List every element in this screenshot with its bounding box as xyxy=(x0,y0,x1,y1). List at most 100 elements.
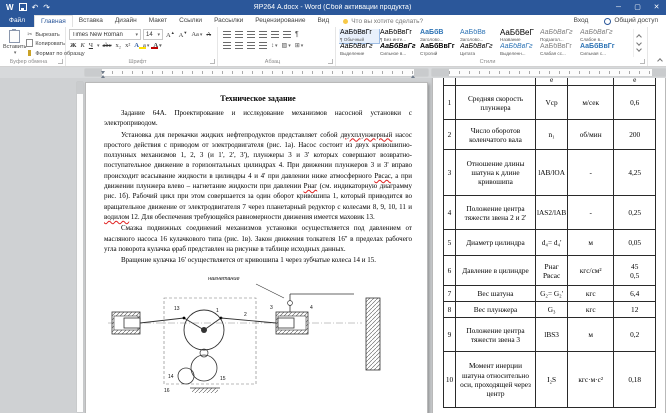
align-center-button[interactable] xyxy=(235,42,243,49)
style-item-4[interactable]: АаБбВеГНазвание xyxy=(499,29,539,43)
style-item-2[interactable]: АаБбВЗаголово... xyxy=(419,29,459,43)
bullets-button[interactable] xyxy=(223,31,231,38)
table-cell[interactable]: м xyxy=(568,318,614,352)
maximize-button[interactable]: ▢ xyxy=(628,0,647,15)
table-cell[interactable]: Средняя скорость плунжера xyxy=(456,86,536,120)
table-cell[interactable] xyxy=(444,78,456,86)
style-item-10[interactable]: АаБбВвГгЦитата xyxy=(459,43,499,57)
highlight-button[interactable]: а▾ xyxy=(142,42,150,49)
borders-button[interactable]: ⊞▾ xyxy=(295,42,304,49)
tab-file[interactable]: Файл xyxy=(0,15,34,27)
table-cell[interactable]: 4 xyxy=(444,196,456,230)
redo-button[interactable]: ↷ xyxy=(43,0,50,15)
style-item-1[interactable]: АаБбВвГг¶ Без инте... xyxy=(379,29,419,43)
table-cell[interactable]: 0,05 xyxy=(614,230,656,256)
superscript-button[interactable]: x² xyxy=(124,42,131,49)
tab-1[interactable]: Главная xyxy=(34,15,73,27)
horizontal-ruler-page1[interactable] xyxy=(85,69,428,76)
style-item-3[interactable]: АаБбВвЗаголово... xyxy=(459,29,499,43)
table-cell[interactable]: кгс·м·с² xyxy=(568,352,614,408)
document-heading[interactable]: Техническое задание xyxy=(104,94,412,103)
table-cell[interactable]: n₁ xyxy=(536,120,568,150)
table-cell[interactable]: lAB/lOA xyxy=(536,150,568,196)
table-cell[interactable] xyxy=(456,78,536,86)
table-cell[interactable]: кгс xyxy=(568,302,614,318)
numbering-button[interactable] xyxy=(235,31,243,38)
collapse-ribbon-button[interactable] xyxy=(657,58,663,64)
undo-button[interactable]: ↶ xyxy=(32,0,39,15)
show-marks-button[interactable]: ¶ xyxy=(295,31,299,38)
style-item-5[interactable]: АаБбВвГгПодзагол... xyxy=(539,29,579,43)
table-cell[interactable]: Момент инерции шатуна относительно оси, … xyxy=(456,352,536,408)
decrease-indent-button[interactable] xyxy=(259,31,267,38)
clear-formatting-button[interactable]: А xyxy=(205,31,212,38)
change-case-button[interactable]: Аа▾ xyxy=(190,31,203,38)
gallery-scroll-up-icon[interactable] xyxy=(636,34,642,40)
page-1[interactable]: Техническое задание Задание 64А. Проекти… xyxy=(85,82,428,413)
tab-5[interactable]: Ссылки xyxy=(173,15,208,27)
table-cell[interactable]: 0,25 xyxy=(614,196,656,230)
paragraph-1[interactable]: Задание 64А. Проектирование и исследован… xyxy=(104,108,412,129)
table-cell[interactable]: Положение центра тяжести звена 2 и 2' xyxy=(456,196,536,230)
save-button[interactable] xyxy=(19,0,27,15)
justify-button[interactable] xyxy=(259,42,267,49)
table-cell[interactable]: 45 0,5 xyxy=(614,256,656,286)
table-cell[interactable]: кгс/см² xyxy=(568,256,614,286)
styles-dialog-launcher[interactable] xyxy=(640,59,645,64)
paragraph-4[interactable]: Вращение кулачка 16' осуществляется от к… xyxy=(104,255,412,265)
multilevel-list-button[interactable] xyxy=(247,31,255,38)
table-cell[interactable]: Вес шатуна xyxy=(456,286,536,302)
shading-button[interactable]: ▨▾ xyxy=(282,42,291,49)
table-cell[interactable]: е xyxy=(536,78,568,86)
first-line-indent-marker[interactable] xyxy=(101,71,105,74)
tell-me-box[interactable]: Что вы хотите сделать? xyxy=(335,15,431,27)
paste-button[interactable]: Вставить ▾ xyxy=(3,29,26,57)
clipboard-dialog-launcher[interactable] xyxy=(58,59,63,64)
tab-6[interactable]: Рассылки xyxy=(208,15,249,27)
table-cell[interactable]: 4,25 xyxy=(614,150,656,196)
underline-button[interactable]: Ч xyxy=(88,42,94,49)
style-item-9[interactable]: АаБбВвГгСтрогий xyxy=(419,43,459,57)
tab-8[interactable]: Вид xyxy=(311,15,335,27)
font-size-combo[interactable]: 14 ▾ xyxy=(143,29,163,40)
style-item-6[interactable]: АаБбВвГгСлабое в... xyxy=(579,29,619,43)
table-cell[interactable]: 0,18 xyxy=(614,352,656,408)
tab-4[interactable]: Макет xyxy=(143,15,173,27)
table-cell[interactable]: Число оборотов коленчатого вала xyxy=(456,120,536,150)
font-color-button[interactable]: А▾ xyxy=(152,42,162,49)
table-cell[interactable]: 12 xyxy=(614,302,656,318)
table-cell[interactable]: 10 xyxy=(444,352,456,408)
style-item-8[interactable]: АаБбВвГгСильное в... xyxy=(379,43,419,57)
horizontal-ruler-page2[interactable] xyxy=(432,69,666,76)
table-cell[interactable]: 0,6 xyxy=(614,86,656,120)
table-cell[interactable]: - xyxy=(568,196,614,230)
tab-2[interactable]: Вставка xyxy=(73,15,109,27)
grow-font-button[interactable]: А▲ xyxy=(165,30,176,39)
style-item-7[interactable]: АаБбВвГгВыделение xyxy=(339,43,379,57)
bold-button[interactable]: Ж xyxy=(69,42,77,49)
table-cell[interactable]: Давление в цилиндре xyxy=(456,256,536,286)
style-item-13[interactable]: АаБбВвГгСильная с... xyxy=(579,43,619,57)
style-item-0[interactable]: АаБбВвГг¶ Обычный xyxy=(339,29,379,43)
italic-button[interactable]: К xyxy=(79,42,85,49)
table-cell[interactable]: 6,4 xyxy=(614,286,656,302)
table-cell[interactable]: 2 xyxy=(444,120,456,150)
table-cell[interactable]: 3 xyxy=(444,150,456,196)
minimize-button[interactable]: ─ xyxy=(609,0,628,15)
table-cell[interactable]: Vср xyxy=(536,86,568,120)
vertical-ruler[interactable] xyxy=(77,82,83,412)
gallery-scroll-down-icon[interactable] xyxy=(636,40,642,46)
font-name-combo[interactable]: Times New Roman ▾ xyxy=(69,29,141,40)
gallery-more-icon[interactable] xyxy=(636,46,642,52)
table-cell[interactable]: кгс xyxy=(568,286,614,302)
table-cell[interactable]: 200 xyxy=(614,120,656,150)
table-cell[interactable]: 9 xyxy=(444,318,456,352)
increase-indent-button[interactable] xyxy=(271,31,279,38)
table-cell[interactable]: Отношение длины шатуна к длине кривошипа xyxy=(456,150,536,196)
table-cell[interactable]: Вес плунжера xyxy=(456,302,536,318)
table-cell[interactable]: G₂= G₂' xyxy=(536,286,568,302)
table-cell[interactable] xyxy=(568,78,614,86)
sign-in-button[interactable]: Вход xyxy=(566,15,597,27)
table-cell[interactable]: d₄= d₄' xyxy=(536,230,568,256)
table-cell[interactable]: lBS3 xyxy=(536,318,568,352)
